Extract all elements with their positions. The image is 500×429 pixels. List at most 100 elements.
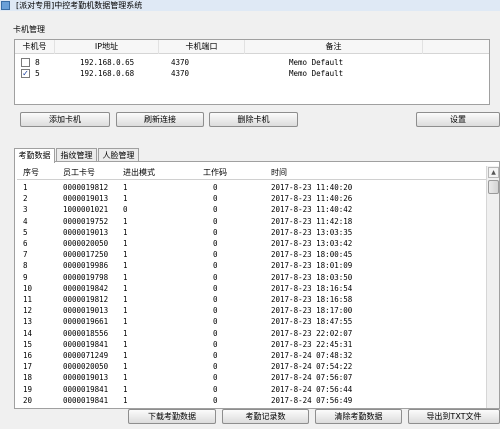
- row-index: 4: [23, 216, 28, 226]
- attendance-row[interactable]: 8 0000019986 1 0 2017-8-23 18:01:09: [17, 260, 487, 271]
- card-row-checkbox[interactable]: [21, 58, 30, 67]
- attendance-row[interactable]: 15 0000019841 1 0 2017-8-23 22:45:31: [17, 339, 487, 350]
- download-attendance-button[interactable]: 下载考勤数据: [128, 409, 216, 424]
- attendance-row[interactable]: 12 0000019013 1 0 2017-8-23 18:17:00: [17, 305, 487, 316]
- attendance-row[interactable]: 2 0000019013 1 0 2017-8-23 11:40:26: [17, 193, 487, 204]
- col-header-port[interactable]: 卡机端口: [159, 40, 245, 54]
- employee-card-number: 0000017250: [63, 250, 109, 260]
- row-index: 19: [23, 384, 33, 394]
- card-row-checkbox-checked[interactable]: ✓: [21, 69, 30, 78]
- col-header-index[interactable]: 序号: [23, 166, 39, 180]
- attendance-list-header: 序号 员工卡号 进出模式 工作码 时间: [17, 166, 487, 180]
- record-time: 2017-8-23 11:40:20: [271, 183, 353, 192]
- attendance-row[interactable]: 19 0000019841 1 0 2017-8-24 07:56:44: [17, 384, 487, 395]
- work-code: 0: [213, 194, 218, 204]
- record-time: 2017-8-24 07:56:49: [271, 395, 353, 405]
- record-time: 2017-8-23 11:42:18: [271, 216, 353, 226]
- row-index: 2: [23, 194, 28, 204]
- record-time: 2017-8-23 18:01:09: [271, 261, 353, 271]
- attendance-row[interactable]: 3 1000001021 0 0 2017-8-23 11:40:42: [17, 204, 487, 215]
- card-port: 4370: [171, 58, 190, 67]
- in-out-mode: 1: [123, 306, 128, 316]
- record-time: 2017-8-23 11:40:42: [271, 205, 353, 215]
- export-txt-button[interactable]: 导出到TXT文件: [408, 409, 500, 424]
- work-code: 0: [213, 216, 218, 226]
- work-code: 0: [213, 295, 218, 304]
- employee-card-number: 0000020050: [63, 362, 109, 372]
- row-index: 13: [23, 317, 33, 327]
- col-header-time[interactable]: 时间: [271, 166, 287, 180]
- attendance-row[interactable]: 20 0000019841 1 0 2017-8-24 07:56:49: [17, 395, 487, 406]
- attendance-row[interactable]: 10 0000019842 1 0 2017-8-23 18:16:54: [17, 283, 487, 294]
- employee-card-number: 0000019013: [63, 227, 109, 237]
- clear-attendance-button[interactable]: 清除考勤数据: [315, 409, 402, 424]
- scroll-thumb[interactable]: [488, 180, 499, 194]
- attendance-row[interactable]: 6 0000020050 1 0 2017-8-23 13:03:42: [17, 238, 487, 249]
- in-out-mode: 1: [123, 384, 128, 394]
- tab-fingerprint[interactable]: 指纹管理: [56, 148, 97, 162]
- in-out-mode: 1: [123, 295, 128, 304]
- employee-card-number: 0000019661: [63, 317, 109, 327]
- card-row[interactable]: 8 192.168.0.65 4370 Memo Default: [15, 57, 489, 68]
- col-header-ip[interactable]: IP地址: [55, 40, 159, 54]
- row-index: 9: [23, 272, 28, 282]
- attendance-row[interactable]: 13 0000019661 1 0 2017-8-23 18:47:55: [17, 316, 487, 327]
- work-code: 0: [213, 317, 218, 327]
- col-header-employee-card[interactable]: 员工卡号: [63, 166, 95, 180]
- settings-button[interactable]: 设置: [416, 112, 500, 127]
- delete-card-button[interactable]: 删除卡机: [209, 112, 298, 127]
- card-row[interactable]: ✓ 5 192.168.0.68 4370 Memo Default: [15, 68, 489, 79]
- tab-attendance-data[interactable]: 考勤数据: [14, 148, 55, 163]
- work-code: 0: [213, 239, 218, 248]
- employee-card-number: 0000071249: [63, 351, 109, 360]
- in-out-mode: 1: [123, 194, 128, 204]
- app-icon: [1, 1, 10, 10]
- attendance-row[interactable]: 17 0000020050 1 0 2017-8-24 07:54:22: [17, 361, 487, 372]
- col-header-in-out-mode[interactable]: 进出模式: [123, 166, 155, 180]
- attendance-row[interactable]: 1 0000019812 1 0 2017-8-23 11:40:20: [17, 182, 487, 193]
- attendance-row[interactable]: 16 0000071249 1 0 2017-8-24 07:48:32: [17, 350, 487, 361]
- col-header-work-code[interactable]: 工作码: [203, 166, 227, 180]
- in-out-mode: 1: [123, 239, 128, 248]
- tab-face[interactable]: 人脸管理: [98, 148, 139, 162]
- in-out-mode: 1: [123, 351, 128, 360]
- work-code: 0: [213, 384, 218, 394]
- col-header-remark[interactable]: 备注: [245, 40, 423, 54]
- row-index: 14: [23, 328, 33, 338]
- record-time: 2017-8-23 18:00:45: [271, 250, 353, 260]
- record-time: 2017-8-24 07:48:32: [271, 351, 353, 360]
- card-ip: 192.168.0.68: [80, 69, 135, 78]
- in-out-mode: 1: [123, 362, 128, 372]
- card-port: 4370: [171, 69, 190, 78]
- col-header-card-id[interactable]: 卡机号: [15, 40, 55, 54]
- row-index: 6: [23, 239, 28, 248]
- in-out-mode: 1: [123, 216, 128, 226]
- add-card-button[interactable]: 添加卡机: [20, 112, 110, 127]
- attendance-row[interactable]: 7 0000017250 1 0 2017-8-23 18:00:45: [17, 249, 487, 260]
- row-index: 7: [23, 250, 28, 260]
- attendance-count-button[interactable]: 考勤记录数: [222, 409, 309, 424]
- attendance-row[interactable]: 9 0000019798 1 0 2017-8-23 18:03:50: [17, 272, 487, 283]
- employee-card-number: 1000001021: [63, 205, 109, 215]
- employee-card-number: 0000018556: [63, 328, 109, 338]
- row-index: 17: [23, 362, 33, 372]
- row-index: 1: [23, 183, 28, 192]
- scroll-up-arrow-icon[interactable]: ▲: [488, 167, 499, 178]
- attendance-row[interactable]: 18 0000019013 1 0 2017-8-24 07:56:07: [17, 372, 487, 383]
- attendance-row[interactable]: 14 0000018556 1 0 2017-8-23 22:02:07: [17, 328, 487, 339]
- card-list-header: 卡机号 IP地址 卡机端口 备注: [15, 40, 489, 54]
- work-code: 0: [213, 227, 218, 237]
- attendance-row[interactable]: 4 0000019752 1 0 2017-8-23 11:42:18: [17, 216, 487, 227]
- record-time: 2017-8-24 07:54:22: [271, 362, 353, 372]
- record-time: 2017-8-23 22:45:31: [271, 339, 353, 349]
- in-out-mode: 1: [123, 183, 128, 192]
- refresh-connection-button[interactable]: 刷新连接: [116, 112, 204, 127]
- employee-card-number: 0000019842: [63, 283, 109, 293]
- vertical-scrollbar[interactable]: ▲: [486, 166, 499, 408]
- employee-card-number: 0000019812: [63, 183, 109, 192]
- attendance-row[interactable]: 11 0000019812 1 0 2017-8-23 18:16:58: [17, 294, 487, 305]
- attendance-row[interactable]: 5 0000019013 1 0 2017-8-23 13:03:35: [17, 227, 487, 238]
- in-out-mode: 1: [123, 250, 128, 260]
- card-ip: 192.168.0.65: [80, 58, 135, 67]
- card-machine-list: 卡机号 IP地址 卡机端口 备注 8 192.168.0.65 4370 Mem…: [14, 39, 490, 105]
